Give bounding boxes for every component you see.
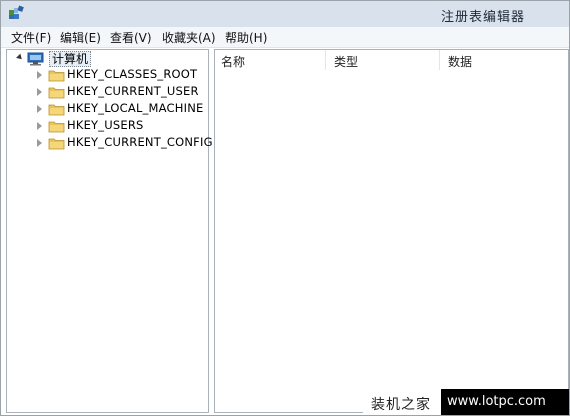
registry-editor-window: 注册表编辑器 文件(F) 编辑(E) 查看(V) 收藏夹(A) 帮助(H) 计算…: [0, 0, 570, 416]
window-title: 注册表编辑器: [441, 10, 526, 25]
title-bar[interactable]: 注册表编辑器: [1, 1, 569, 27]
tree-item-label[interactable]: HKEY_CURRENT_CONFIG: [67, 135, 213, 150]
tree-item-hkey-users[interactable]: HKEY_USERS: [7, 118, 207, 134]
tree-item-label[interactable]: HKEY_CURRENT_USER: [67, 84, 199, 99]
tree-item-label[interactable]: HKEY_LOCAL_MACHINE: [67, 101, 203, 116]
menu-favorites[interactable]: 收藏夹(A): [162, 29, 216, 46]
collapsed-arrow-icon[interactable]: [37, 105, 42, 113]
column-divider[interactable]: [325, 50, 326, 70]
folder-icon: [48, 87, 65, 99]
tree-item-hkey-local-machine[interactable]: HKEY_LOCAL_MACHINE: [7, 101, 207, 117]
collapsed-arrow-icon[interactable]: [37, 88, 42, 96]
watermark-site-name: 装机之家: [371, 397, 431, 413]
tree-item-hkey-current-user[interactable]: HKEY_CURRENT_USER: [7, 84, 207, 100]
watermark-url: www.lotpc.com: [447, 394, 546, 409]
menu-file[interactable]: 文件(F): [11, 29, 51, 46]
folder-icon: [48, 121, 65, 133]
site-watermark: 装机之家 www.lotpc.com: [363, 389, 569, 415]
menu-view[interactable]: 查看(V): [110, 29, 152, 46]
tree-root-computer[interactable]: 计算机: [9, 51, 199, 67]
watermark-site-name-box: 装机之家: [363, 389, 441, 415]
column-header-type[interactable]: 类型: [334, 53, 358, 70]
column-divider[interactable]: [439, 50, 440, 70]
values-list-pane[interactable]: 名称 类型 数据: [214, 49, 569, 413]
key-tree-pane[interactable]: 计算机 HKEY_CLASSES_ROOT HKEY_CURRENT_USER: [6, 49, 213, 413]
tree-item-hkey-classes-root[interactable]: HKEY_CLASSES_ROOT: [7, 67, 207, 83]
collapsed-arrow-icon[interactable]: [37, 122, 42, 130]
menu-help[interactable]: 帮助(H): [225, 29, 267, 46]
column-header-name[interactable]: 名称: [221, 53, 245, 70]
computer-icon: [27, 52, 44, 66]
collapsed-arrow-icon[interactable]: [37, 71, 42, 79]
registry-editor-icon[interactable]: [8, 5, 24, 21]
menu-edit[interactable]: 编辑(E): [60, 29, 101, 46]
folder-icon: [48, 70, 65, 82]
tree-root-label[interactable]: 计算机: [49, 51, 92, 67]
tree-item-label[interactable]: HKEY_USERS: [67, 118, 144, 133]
folder-icon: [48, 138, 65, 150]
collapsed-arrow-icon[interactable]: [37, 139, 42, 147]
expand-arrow-icon[interactable]: [16, 53, 24, 62]
tree-item-hkey-current-config[interactable]: HKEY_CURRENT_CONFIG: [7, 135, 213, 151]
watermark-url-box: www.lotpc.com: [441, 389, 569, 415]
column-header-data[interactable]: 数据: [448, 53, 472, 70]
menu-bar: 文件(F) 编辑(E) 查看(V) 收藏夹(A) 帮助(H): [1, 27, 569, 48]
folder-icon: [48, 104, 65, 116]
tree-item-label[interactable]: HKEY_CLASSES_ROOT: [67, 67, 197, 82]
